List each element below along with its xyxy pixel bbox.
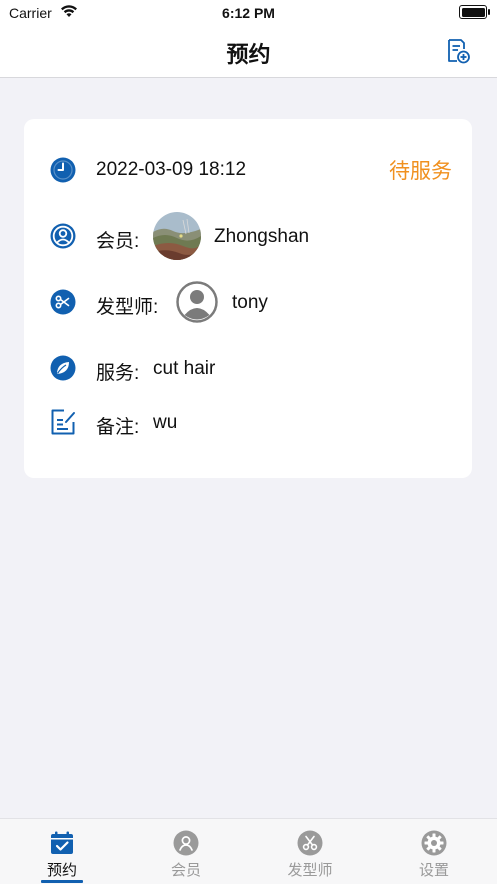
service-label: 服务: [96,363,140,384]
scissors-icon [50,289,76,315]
battery-icon [459,5,490,19]
page-title: 预约 [226,42,271,67]
member-avatar [153,212,201,260]
tab-label: 发型师 [287,862,333,879]
navigation-bar: 预约 [0,26,497,78]
tab-label: 设置 [418,862,449,879]
calendar-check-icon [51,831,73,854]
note-value: wu [153,412,178,433]
member-icon [50,223,76,249]
note-edit-icon [51,409,75,435]
stylist-label: 发型师: [96,297,159,318]
member-name: Zhongshan [214,226,310,247]
tab-label: 会员 [170,862,201,879]
note-label: 备注: [96,417,140,438]
member-icon [173,830,199,856]
tab-appointments[interactable]: 预约 [0,819,124,884]
tab-stylists[interactable]: 发型师 [248,819,372,884]
clock-time: 6:12 PM [222,5,275,21]
appointment-card[interactable]: 2022-03-09 18:12 待服务 会员: Zhongshan 发型师: [24,119,472,478]
clock-icon [50,157,76,183]
stylist-avatar-placeholder-icon [176,281,218,323]
status-badge: 待服务 [389,160,452,183]
leaf-icon [50,355,76,381]
appointment-datetime: 2022-03-09 18:12 [96,159,247,180]
tab-members[interactable]: 会员 [124,819,248,884]
member-label: 会员: [96,231,140,252]
add-document-icon[interactable] [445,38,471,64]
tab-settings[interactable]: 设置 [372,819,496,884]
gear-icon [421,830,447,856]
service-value: cut hair [153,358,216,379]
tab-bar: 预约 会员 发型师 设置 [0,818,497,884]
tab-label: 预约 [46,862,77,879]
scissors-icon [297,830,323,856]
status-bar: Carrier 6:12 PM [0,0,497,26]
stylist-name: tony [232,292,268,313]
